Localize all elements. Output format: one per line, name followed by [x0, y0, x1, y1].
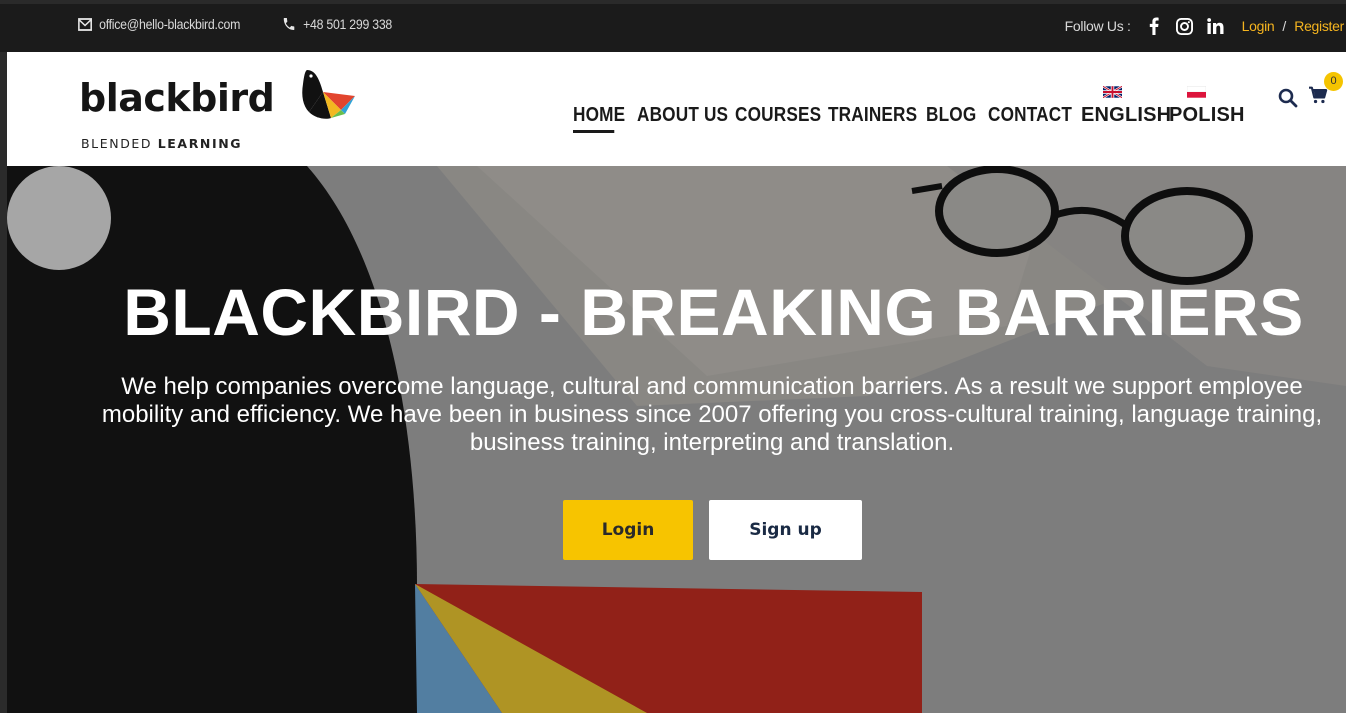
- contact-info: office@hello-blackbird.com +48 501 299 3…: [78, 16, 407, 32]
- phone-icon: [283, 18, 295, 30]
- account-social: Follow Us : Login / Register: [1065, 16, 1344, 36]
- nav-about-us[interactable]: ABOUT US: [637, 104, 728, 127]
- cart-button[interactable]: 0: [1308, 72, 1343, 109]
- cart-icon: [1309, 86, 1328, 104]
- nav-english-wrapper[interactable]: ENGLISH: [1081, 86, 1171, 127]
- uk-flag-icon: [1103, 86, 1122, 98]
- facebook-icon[interactable]: [1143, 16, 1165, 36]
- nav-home[interactable]: HOME: [573, 104, 625, 133]
- login-link[interactable]: Login: [1242, 18, 1275, 34]
- nav-english[interactable]: ENGLISH: [1081, 104, 1171, 126]
- register-link[interactable]: Register: [1294, 18, 1344, 34]
- bird-logo-icon: [302, 70, 355, 119]
- email-link[interactable]: office@hello-blackbird.com: [78, 16, 240, 32]
- email-text: office@hello-blackbird.com: [99, 16, 241, 32]
- phone-text: +48 501 299 338: [303, 16, 393, 32]
- nav-courses[interactable]: COURSES: [735, 104, 821, 127]
- separator: /: [1282, 18, 1287, 34]
- top-bar: office@hello-blackbird.com +48 501 299 3…: [0, 0, 1346, 52]
- nav-polish-wrapper[interactable]: POLISH: [1169, 86, 1244, 127]
- phone-link[interactable]: +48 501 299 338: [282, 16, 392, 32]
- poland-flag-icon: [1187, 86, 1206, 98]
- cart-count-badge: 0: [1324, 72, 1343, 91]
- nav-trainers[interactable]: TRAINERS: [828, 104, 917, 127]
- header-icons: 0: [1278, 72, 1343, 109]
- instagram-icon[interactable]: [1174, 16, 1196, 36]
- site-header: blackbird BLENDED LEARNING HOME ABOUT US…: [7, 52, 1346, 166]
- hero-description: We help companies overcome language, cul…: [101, 373, 1323, 456]
- browser-viewport: office@hello-blackbird.com +48 501 299 3…: [0, 0, 1346, 713]
- nav-contact[interactable]: CONTACT: [988, 104, 1072, 127]
- follow-label: Follow Us :: [1064, 18, 1131, 34]
- nav-blog[interactable]: BLOG: [926, 104, 976, 127]
- blackbird-logo[interactable]: blackbird BLENDED LEARNING: [79, 68, 369, 158]
- hero-title: BLACKBIRD - BREAKING BARRIERS: [123, 275, 1304, 349]
- search-icon[interactable]: [1278, 88, 1298, 108]
- logo-tagline: BLENDED LEARNING: [81, 136, 243, 151]
- nav-polish[interactable]: POLISH: [1169, 104, 1245, 126]
- hero-signup-button[interactable]: Sign up: [709, 500, 862, 560]
- main-nav: HOME ABOUT US COURSES TRAINERS BLOG CONT…: [573, 86, 1244, 133]
- linkedin-icon[interactable]: [1205, 16, 1227, 36]
- hero-section: BLACKBIRD - BREAKING BARRIERS We help co…: [7, 166, 1346, 713]
- hero-login-button[interactable]: Login: [563, 500, 693, 560]
- logo-wordmark: blackbird: [79, 76, 275, 120]
- mail-icon: [78, 17, 92, 31]
